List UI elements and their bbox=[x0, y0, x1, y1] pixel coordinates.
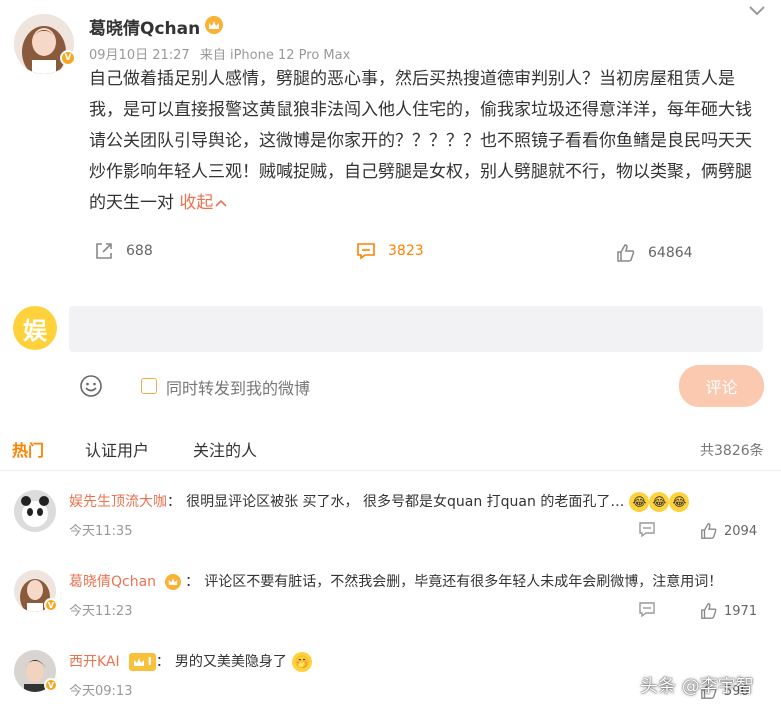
comment-button[interactable]: 3823 bbox=[356, 241, 424, 261]
reply-icon[interactable] bbox=[638, 521, 656, 543]
tab-verified-users[interactable]: 认证用户 bbox=[85, 437, 149, 461]
like-button[interactable]: 64864 bbox=[616, 243, 693, 263]
share-icon bbox=[96, 243, 112, 259]
laugh-cry-emoji-icon: 😂 bbox=[669, 491, 690, 512]
commenter-name[interactable]: 娱先生顶流大咖 bbox=[69, 494, 167, 510]
composer-avatar-label: 娱 bbox=[23, 316, 47, 345]
collapse-label: 收起 bbox=[179, 193, 214, 213]
comment-icon bbox=[357, 243, 375, 260]
comment-like-button[interactable]: 1971 bbox=[700, 602, 757, 620]
composer-avatar: 娱 bbox=[13, 306, 57, 350]
comment-text: 评论区不要有脏话，不然我会删，毕竟还有很多年轻人未成年会刷微博，注意用词！ bbox=[204, 574, 723, 590]
verified-badge-icon: V bbox=[60, 50, 76, 66]
weibo-post-page: V 葛晓倩Qchan 09月10日 21:27 来自 iPhone 12 Pro… bbox=[0, 0, 781, 711]
post-text: 自己做着插足别人感情，劈腿的恶心事，然后买热搜道德审判别人？当初房屋租赁人是我，… bbox=[89, 69, 752, 213]
comment-total: 共3826条 bbox=[700, 443, 764, 459]
comment-count: 3823 bbox=[388, 243, 424, 259]
repost-button[interactable]: 688 bbox=[94, 241, 153, 261]
shh-emoji-icon: 🤭 bbox=[292, 651, 313, 672]
crown-icon bbox=[165, 573, 182, 590]
comment-text: 男的又美美隐身了 bbox=[174, 654, 287, 670]
comment-item: 西开KAI I ： 男的又美美隐身了 🤭 bbox=[69, 651, 313, 672]
laugh-cry-emoji-icon: 😂 bbox=[649, 491, 670, 512]
comment-item: 娱先生顶流大咖： 很明显评论区被张 买了水， 很多号都是女quan 打quan … bbox=[69, 491, 690, 512]
comment-text: 很明显评论区被张 买了水， 很多号都是女quan 打quan 的老面孔了… bbox=[186, 494, 625, 510]
chevron-up-icon bbox=[215, 199, 227, 207]
reply-icon[interactable] bbox=[638, 601, 656, 623]
comment-time: 今天11:35 bbox=[69, 524, 133, 539]
laugh-cry-emoji-icon: 😂 bbox=[629, 491, 650, 512]
comment-like-button[interactable]: 2094 bbox=[700, 522, 757, 540]
tab-following[interactable]: 关注的人 bbox=[193, 437, 257, 461]
comment-item: 葛晓倩Qchan ： 评论区不要有脏话，不然我会删，毕竟还有很多年轻人未成年会刷… bbox=[69, 573, 723, 590]
comment-input[interactable] bbox=[69, 306, 763, 352]
verified-badge-icon: V bbox=[44, 598, 58, 612]
tab-hot[interactable]: 热门 bbox=[12, 437, 44, 461]
level-badge-label: I bbox=[147, 655, 152, 668]
collapse-link[interactable]: 收起 bbox=[179, 193, 227, 213]
emoji-picker-icon[interactable] bbox=[79, 374, 103, 402]
commenter-name[interactable]: 西开KAI bbox=[69, 654, 120, 670]
comment-like-count: 1971 bbox=[724, 603, 758, 619]
submit-comment-button[interactable]: 评论 bbox=[679, 365, 764, 407]
post-body: 自己做着插足别人感情，劈腿的恶心事，然后买热搜道德审判别人？当初房屋租赁人是我，… bbox=[89, 64, 764, 219]
post-author-name[interactable]: 葛晓倩Qchan bbox=[89, 14, 200, 39]
repost-checkbox-label: 同时转发到我的微博 bbox=[166, 379, 311, 398]
thumbs-up-icon bbox=[701, 603, 717, 619]
repost-count: 688 bbox=[126, 243, 153, 259]
comment-time: 今天09:13 bbox=[69, 684, 133, 699]
post-source: 来自 iPhone 12 Pro Max bbox=[199, 48, 351, 63]
post-time[interactable]: 09月10日 21:27 bbox=[89, 48, 190, 63]
comment-like-count: 2094 bbox=[724, 523, 758, 539]
crown-icon bbox=[205, 16, 223, 34]
crown-icon bbox=[133, 657, 144, 666]
watermark: 头条 @李宇智 bbox=[640, 676, 754, 697]
post-meta: 09月10日 21:27 来自 iPhone 12 Pro Max bbox=[89, 44, 350, 63]
verified-badge-icon: V bbox=[44, 678, 58, 692]
chevron-down-icon[interactable] bbox=[748, 2, 766, 21]
divider bbox=[0, 470, 781, 471]
repost-checkbox[interactable] bbox=[141, 378, 157, 394]
thumbs-up-icon bbox=[617, 244, 635, 262]
thumbs-up-icon bbox=[701, 523, 717, 539]
commenter-name[interactable]: 葛晓倩Qchan bbox=[69, 574, 156, 590]
comment-time: 今天11:23 bbox=[69, 604, 133, 619]
level-badge: I bbox=[128, 652, 156, 671]
like-count: 64864 bbox=[648, 245, 693, 261]
comment-avatar[interactable] bbox=[14, 490, 56, 532]
